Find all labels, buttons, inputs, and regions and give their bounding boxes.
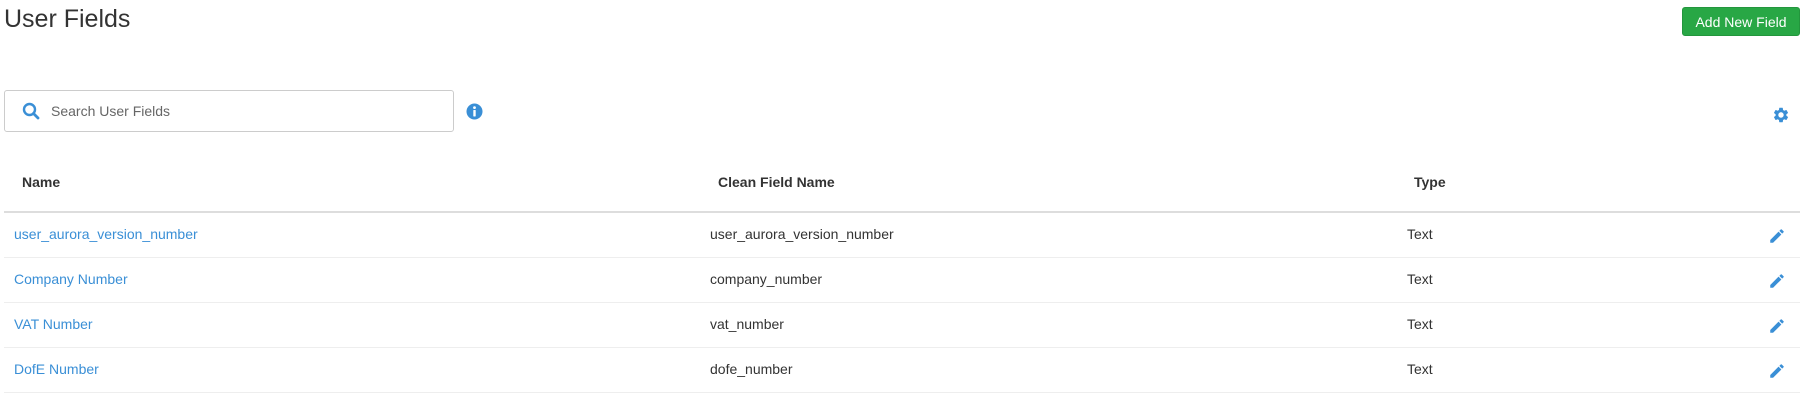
clean-field-name: dofe_number <box>710 361 793 377</box>
info-icon[interactable] <box>466 103 483 120</box>
field-type: Text <box>1407 361 1433 377</box>
table-row: user_aurora_version_number user_aurora_v… <box>4 213 1800 258</box>
column-header-name[interactable]: Name <box>22 174 60 190</box>
clean-field-name: vat_number <box>710 316 784 332</box>
field-name-link[interactable]: Company Number <box>14 271 128 287</box>
gear-icon[interactable] <box>1772 106 1790 124</box>
field-name-link[interactable]: VAT Number <box>14 316 93 332</box>
field-type: Text <box>1407 316 1433 332</box>
pencil-icon[interactable] <box>1768 227 1786 245</box>
table-row: DofE Number dofe_number Text <box>4 348 1800 393</box>
clean-field-name: user_aurora_version_number <box>710 226 894 242</box>
column-header-type[interactable]: Type <box>1414 174 1446 190</box>
pencil-icon[interactable] <box>1768 362 1786 380</box>
search-input[interactable] <box>41 91 453 131</box>
table-row: Company Number company_number Text <box>4 258 1800 303</box>
page-title: User Fields <box>4 5 131 33</box>
add-new-field-button[interactable]: Add New Field <box>1682 7 1800 36</box>
field-type: Text <box>1407 271 1433 287</box>
column-header-clean-field-name[interactable]: Clean Field Name <box>718 174 835 190</box>
search-box <box>4 90 454 132</box>
clean-field-name: company_number <box>710 271 823 287</box>
field-name-link[interactable]: DofE Number <box>14 361 99 377</box>
search-icon <box>21 101 41 121</box>
table-header: Name Clean Field Name Type <box>4 160 1800 213</box>
field-name-link[interactable]: user_aurora_version_number <box>14 226 198 242</box>
user-fields-table: Name Clean Field Name Type user_aurora_v… <box>4 160 1800 393</box>
pencil-icon[interactable] <box>1768 272 1786 290</box>
field-type: Text <box>1407 226 1433 242</box>
table-row: VAT Number vat_number Text <box>4 303 1800 348</box>
pencil-icon[interactable] <box>1768 317 1786 335</box>
